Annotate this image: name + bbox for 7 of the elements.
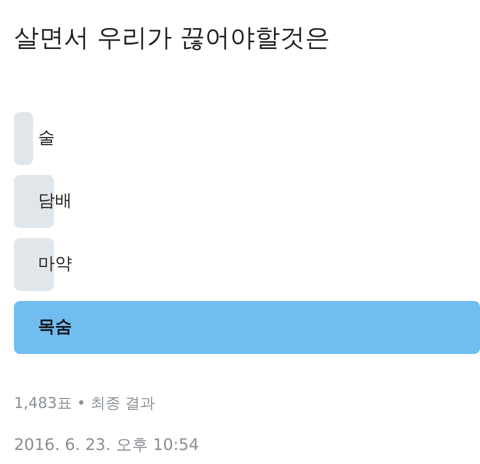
option-label: 담배 — [38, 190, 72, 213]
poll-question: 살면서 우리가 끊어야할것은 — [14, 22, 331, 54]
option-label: 목숨 — [38, 316, 72, 339]
vote-summary: 1,483표 • 최종 결과 — [14, 393, 156, 414]
option-label: 마약 — [38, 253, 72, 276]
option-label: 술 — [38, 127, 55, 150]
poll-timestamp: 2016. 6. 23. 오후 10:54 — [14, 434, 200, 456]
